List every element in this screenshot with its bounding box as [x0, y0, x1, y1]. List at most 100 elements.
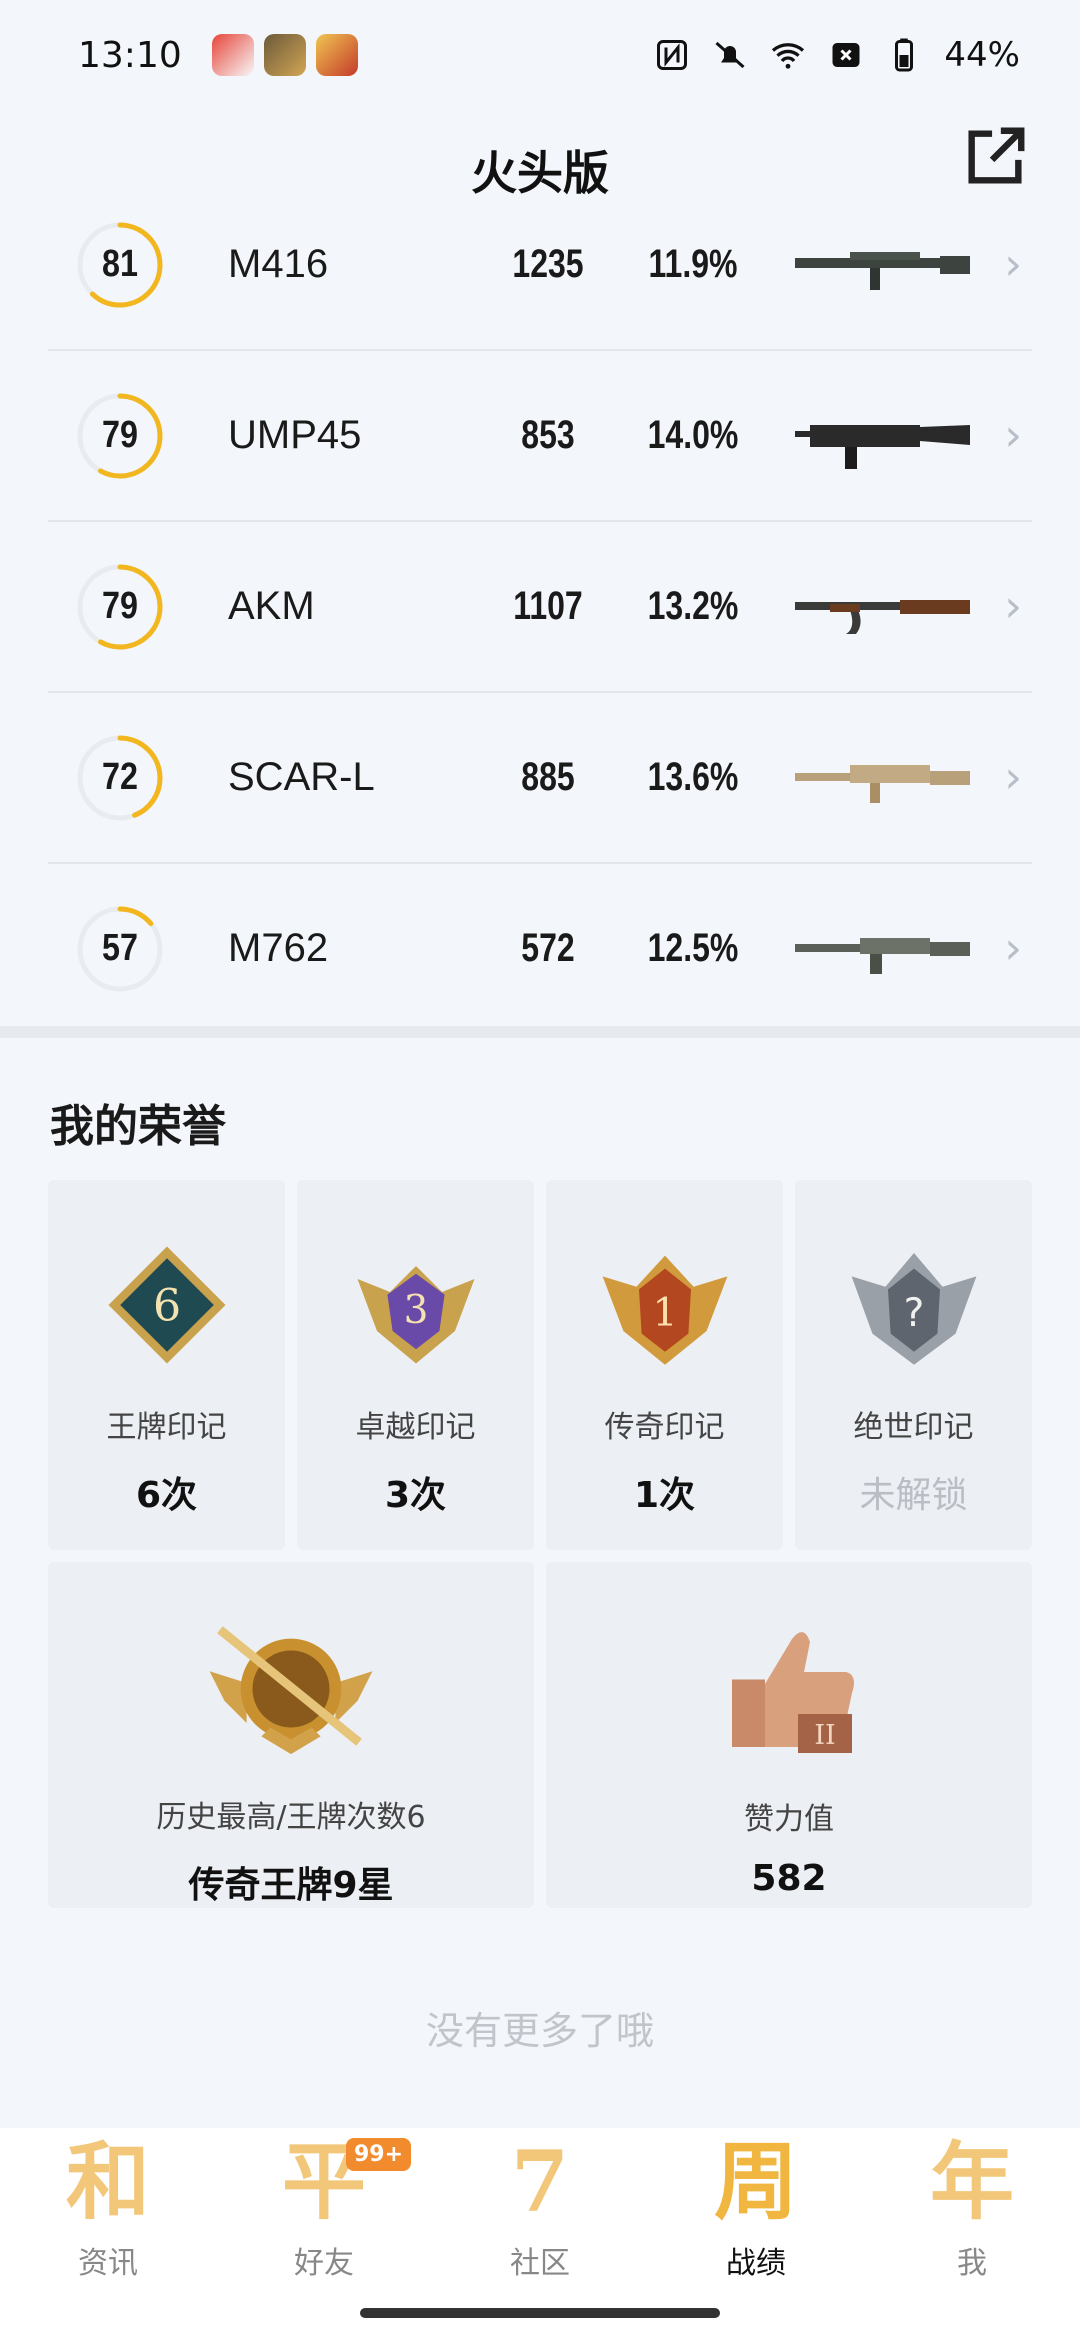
ace-badge-icon: 6 — [108, 1246, 225, 1364]
excellence-badge-number: 3 — [403, 1288, 428, 1333]
honor-value: 582 — [751, 1858, 827, 1899]
weapon-score: 79 — [102, 414, 138, 456]
honor-label: 传奇印记 — [604, 1410, 725, 1445]
honor-card-excellence[interactable]: 3 卓越印记 3次 — [297, 1180, 534, 1550]
weapon-rate: 13.6% — [647, 755, 739, 799]
nav-stats-icon: 周 — [713, 2132, 798, 2231]
weapon-rate: 14.0% — [647, 413, 739, 457]
peerless-badge-icon: ? — [851, 1253, 976, 1365]
nav-label: 我 — [957, 2246, 987, 2281]
bottom-nav: 和 资讯 平 99+ 好友 7 社区 周 战绩 年 我 — [0, 2128, 1080, 2340]
honor-card-peerless[interactable]: ? 绝世印记 未解锁 — [795, 1180, 1032, 1550]
weapon-image-icon — [795, 937, 970, 974]
chevron-right-icon: › — [1004, 752, 1022, 803]
weapon-score: 57 — [102, 927, 138, 969]
weapon-row[interactable]: 57 M762 572 12.5% › — [48, 864, 1032, 1035]
rank-crest-icon — [209, 1626, 373, 1755]
weapon-image-icon — [795, 251, 970, 290]
honor-value: 传奇王牌9星 — [188, 1865, 394, 1906]
weapon-score-ring: 72 — [72, 730, 168, 826]
weapon-score: 81 — [102, 243, 138, 285]
weapon-rate: 12.5% — [647, 926, 739, 970]
weapon-score: 79 — [102, 585, 138, 627]
weapon-score-ring: 81 — [72, 217, 168, 313]
wifi-icon — [772, 43, 805, 69]
honor-value: 6次 — [135, 1475, 198, 1516]
honor-value-locked: 未解锁 — [859, 1475, 968, 1516]
weapon-row[interactable]: 79 AKM 1107 13.2% › — [48, 522, 1032, 693]
honor-card-highest-rank[interactable]: 历史最高/王牌次数6 传奇王牌9星 — [48, 1562, 534, 1908]
weapon-score-ring: 57 — [72, 901, 168, 997]
nav-tab-news[interactable]: 和 资讯 — [0, 2128, 216, 2340]
close-box-icon — [832, 43, 860, 67]
peerless-badge-symbol: ? — [903, 1291, 924, 1336]
weapon-row[interactable]: 79 UMP45 853 14.0% › — [48, 351, 1032, 522]
chevron-right-icon: › — [1004, 923, 1022, 974]
chevron-right-icon: › — [1004, 410, 1022, 461]
status-bar: 13:10 44% — [0, 0, 1080, 110]
honor-value: 1次 — [633, 1475, 696, 1516]
weapon-rate: 13.2% — [647, 584, 739, 628]
home-indicator[interactable] — [360, 2308, 720, 2318]
chevron-right-icon: › — [1004, 581, 1022, 632]
honors-title: 我的荣誉 — [50, 1101, 226, 1152]
weapon-image-icon — [795, 424, 970, 469]
weapon-kill-count: 885 — [521, 755, 575, 799]
section-divider — [0, 1026, 1080, 1038]
nav-tab-me[interactable]: 年 我 — [864, 2128, 1080, 2340]
legend-badge-icon: 1 — [602, 1255, 727, 1365]
status-right: 44% — [654, 35, 1020, 75]
mute-icon — [715, 41, 745, 69]
weapon-name: SCAR-L — [228, 755, 375, 799]
excellence-badge-icon: 3 — [357, 1266, 474, 1364]
ace-badge-number: 6 — [152, 1281, 180, 1332]
honor-card-likes[interactable]: II 赞力值 582 — [546, 1562, 1032, 1908]
battery-icon — [895, 38, 914, 72]
weapon-name: M762 — [228, 926, 329, 970]
legend-badge-number: 1 — [652, 1291, 677, 1336]
weapon-name: AKM — [228, 584, 315, 628]
nav-label: 战绩 — [726, 2246, 786, 2281]
nfc-icon — [657, 40, 688, 70]
weapon-score: 72 — [102, 756, 138, 798]
nav-community-icon: 7 — [510, 2132, 570, 2231]
chevron-right-icon: › — [1004, 239, 1022, 290]
battery-percent: 44% — [944, 35, 1020, 75]
weapon-rate: 11.9% — [648, 242, 738, 286]
weapon-image-icon — [795, 599, 970, 634]
weapon-kill-count: 1107 — [513, 584, 583, 628]
nav-label: 资讯 — [78, 2246, 138, 2281]
thumbs-up-icon: II — [732, 1632, 854, 1753]
weapon-kill-count: 1235 — [512, 242, 584, 286]
nav-label: 好友 — [294, 2246, 354, 2281]
nav-label: 社区 — [510, 2246, 570, 2281]
honor-label: 王牌印记 — [106, 1410, 227, 1445]
nav-me-icon: 年 — [929, 2132, 1014, 2231]
weapon-list: 81 M416 1235 11.9% › 79 UMP45 853 14.0% › 79 AKM 110… — [48, 180, 1032, 1035]
honor-value: 3次 — [384, 1475, 447, 1516]
nav-news-icon: 和 — [65, 2132, 150, 2231]
weapon-score-ring: 79 — [72, 388, 168, 484]
weapon-score-ring: 79 — [72, 559, 168, 655]
weapon-kill-count: 572 — [521, 926, 575, 970]
end-of-list-text: 没有更多了哦 — [425, 2009, 654, 2053]
app-notification-icon — [211, 34, 254, 76]
status-app-icons — [211, 34, 358, 76]
weapon-row[interactable]: 72 SCAR-L 885 13.6% › — [48, 693, 1032, 864]
status-time: 13:10 — [78, 34, 182, 76]
weapon-name: UMP45 — [228, 413, 362, 457]
weapon-name: M416 — [228, 242, 329, 286]
peace-elite-app-icon — [315, 34, 358, 76]
svg-text:II: II — [814, 1720, 835, 1751]
honor-label: 绝世印记 — [853, 1410, 974, 1445]
notification-badge: 99+ — [346, 2138, 412, 2171]
honor-label: 赞力值 — [744, 1802, 834, 1837]
honor-card-ace[interactable]: 6 王牌印记 6次 — [48, 1180, 285, 1550]
honor-card-legend[interactable]: 1 传奇印记 1次 — [546, 1180, 783, 1550]
honor-label: 卓越印记 — [355, 1410, 476, 1445]
weapon-kill-count: 853 — [521, 413, 575, 457]
honor-label: 历史最高/王牌次数6 — [156, 1800, 426, 1835]
weapon-image-icon — [795, 764, 970, 803]
game-app-icon — [263, 34, 306, 76]
weapon-row[interactable]: 81 M416 1235 11.9% › — [48, 180, 1032, 351]
